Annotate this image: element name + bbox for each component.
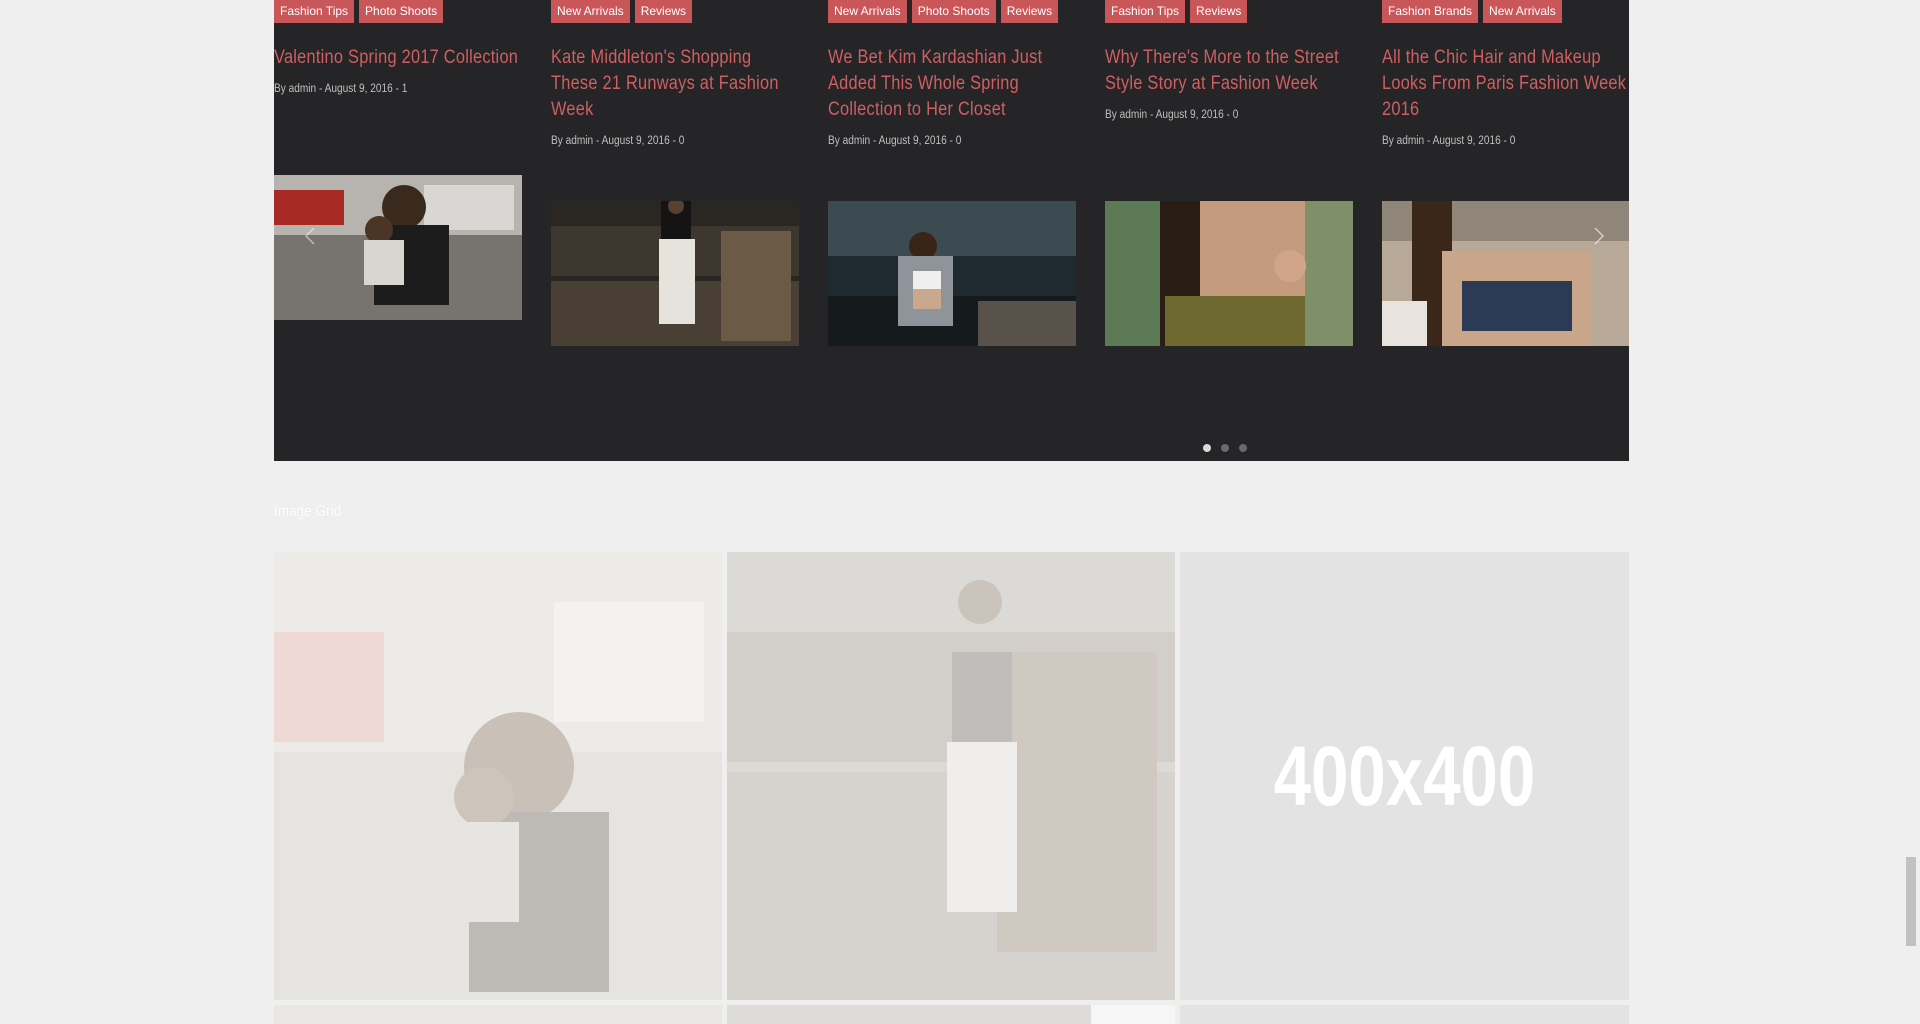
post-tags: New Arrivals Photo Shoots Reviews	[828, 0, 1076, 23]
post-tag[interactable]: New Arrivals	[1483, 0, 1562, 23]
chevron-right-icon[interactable]	[1569, 206, 1629, 266]
post-title[interactable]: All the Chic Hair and Makeup Looks From …	[1382, 45, 1631, 123]
post-tag[interactable]: Photo Shoots	[911, 0, 996, 23]
carousel-post: Fashion Tips Photo Shoots Valentino Spri…	[274, 0, 522, 95]
post-meta: By admin - August 9, 2016 - 1	[274, 83, 408, 95]
pagination-dot[interactable]	[1203, 444, 1211, 452]
post-tags: Fashion Tips Photo Shoots	[274, 0, 522, 23]
chevron-left-icon[interactable]	[280, 206, 340, 266]
post-tags: New Arrivals Reviews	[551, 0, 799, 23]
post-title[interactable]: Why There's More to the Street Style Sto…	[1105, 45, 1354, 97]
section-title: Image Grid	[274, 503, 342, 520]
carousel-post: New Arrivals Photo Shoots Reviews We Bet…	[828, 0, 1076, 147]
carousel-post: Fashion Tips Reviews Why There's More to…	[1105, 0, 1353, 121]
scrollbar[interactable]	[1902, 0, 1920, 1024]
carousel-post: Fashion Brands New Arrivals All the Chic…	[1382, 0, 1630, 147]
post-tags: Fashion Brands New Arrivals	[1382, 0, 1630, 23]
pagination-dot[interactable]	[1239, 444, 1247, 452]
post-meta: By admin - August 9, 2016 - 0	[1382, 135, 1516, 147]
post-tag[interactable]: New Arrivals	[551, 0, 630, 23]
post-tag[interactable]: Photo Shoots	[359, 0, 444, 23]
post-title[interactable]: Kate Middleton's Shopping These 21 Runwa…	[551, 45, 800, 123]
grid-image[interactable]	[727, 552, 1175, 1000]
carousel-post: New Arrivals Reviews Kate Middleton's Sh…	[551, 0, 799, 147]
placeholder-label: 400x400	[1273, 728, 1536, 823]
post-tag[interactable]: Reviews	[1190, 0, 1248, 23]
post-title[interactable]: Valentino Spring 2017 Collection	[274, 45, 523, 71]
post-meta: By admin - August 9, 2016 - 0	[1105, 109, 1239, 121]
post-tag[interactable]: Fashion Tips	[274, 0, 355, 23]
post-tag[interactable]: Reviews	[634, 0, 693, 23]
grid-image[interactable]	[274, 552, 722, 1000]
pagination-dot[interactable]	[1221, 444, 1229, 452]
grid-image[interactable]	[1180, 1005, 1629, 1024]
post-tag[interactable]: Reviews	[1000, 0, 1059, 23]
post-carousel: Fashion Tips Photo Shoots Valentino Spri…	[274, 0, 1629, 461]
scrollbar-thumb[interactable]	[1906, 857, 1916, 946]
post-tag[interactable]: Fashion Brands	[1382, 0, 1479, 23]
post-image[interactable]	[828, 201, 1076, 346]
carousel-pagination	[1203, 444, 1247, 452]
post-tag[interactable]: New Arrivals	[828, 0, 907, 23]
grid-image[interactable]	[727, 1005, 1175, 1024]
placeholder-image[interactable]: 400x400	[1180, 552, 1629, 1000]
post-image[interactable]	[1105, 201, 1353, 346]
post-meta: By admin - August 9, 2016 - 0	[828, 135, 962, 147]
post-title[interactable]: We Bet Kim Kardashian Just Added This Wh…	[828, 45, 1077, 123]
post-tags: Fashion Tips Reviews	[1105, 0, 1353, 23]
post-meta: By admin - August 9, 2016 - 0	[551, 135, 685, 147]
grid-image[interactable]	[274, 1005, 722, 1024]
post-tag[interactable]: Fashion Tips	[1105, 0, 1186, 23]
post-image[interactable]	[551, 201, 799, 346]
